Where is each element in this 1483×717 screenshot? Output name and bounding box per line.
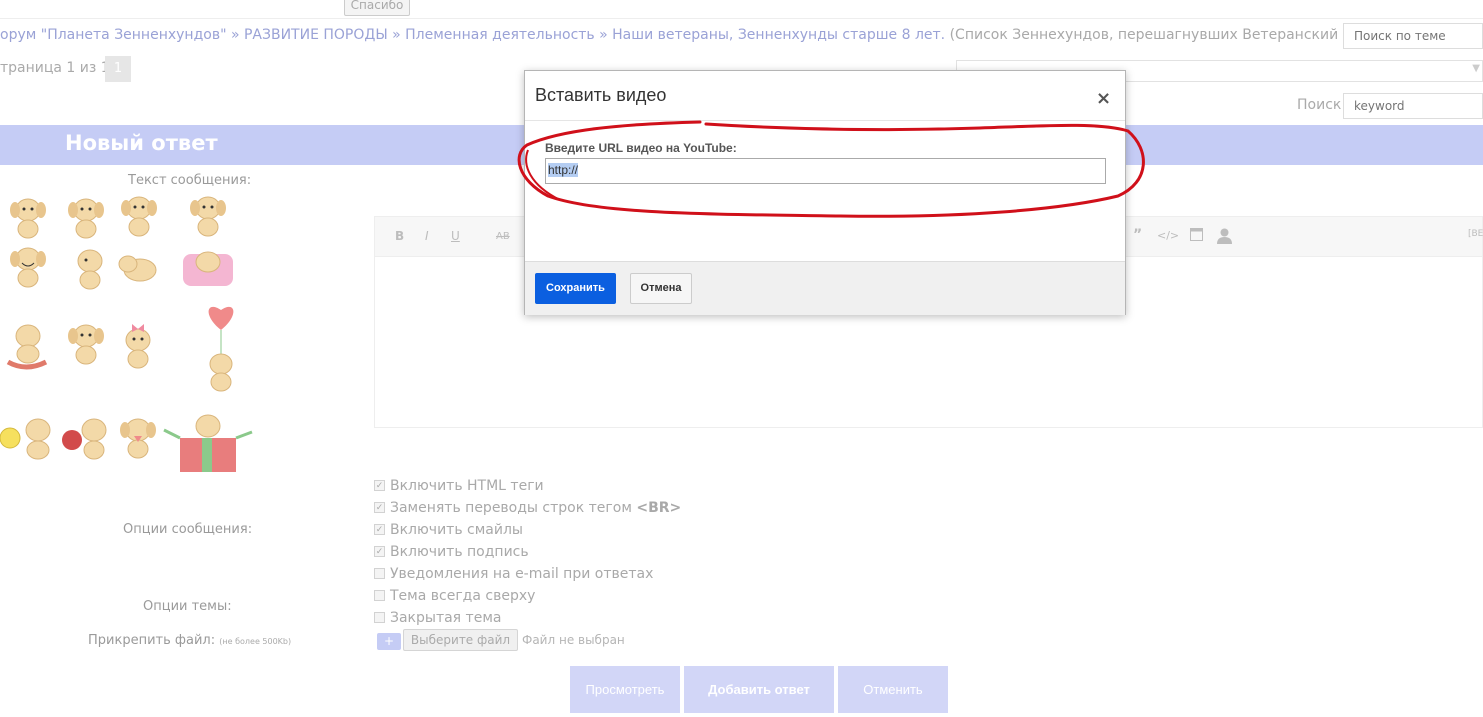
search-input[interactable] xyxy=(1343,93,1483,119)
breadcrumb-subsection-link[interactable]: Племенная деятельность xyxy=(405,27,595,43)
option-br-tags[interactable]: ✓ Заменять переводы строк тегом <BR> xyxy=(374,500,681,516)
toolbar-right-label[interactable]: [BE xyxy=(1468,229,1483,239)
puppy-with-heart-balloon-smiley-icon[interactable] xyxy=(198,298,244,398)
option-closed-topic[interactable]: Закрытая тема xyxy=(374,610,501,626)
puppy-smiley-icon[interactable] xyxy=(116,246,160,288)
code-button[interactable]: </> xyxy=(1157,229,1179,242)
checkbox-checked[interactable]: ✓ xyxy=(374,501,385,513)
smiley-and-puppy-kiss-icon[interactable] xyxy=(0,412,58,462)
puppy-smiley-icon[interactable] xyxy=(68,245,112,291)
option-label-tag: <BR> xyxy=(636,500,682,516)
video-url-value: http:// xyxy=(548,163,579,177)
puppy-smiley-icon[interactable] xyxy=(6,194,50,240)
topic-search-input[interactable] xyxy=(1343,23,1483,49)
puppy-with-bow-smiley-icon[interactable] xyxy=(116,320,160,372)
choose-file-button[interactable]: Выберите файл xyxy=(403,629,518,651)
puppy-smiley-icon[interactable] xyxy=(116,414,160,460)
puppy-with-rose-smiley-icon[interactable] xyxy=(60,414,112,462)
video-url-input[interactable]: http:// xyxy=(545,158,1106,184)
underline-button[interactable]: U xyxy=(451,229,460,243)
insert-video-dialog: Вставить видео × Введите URL видео на Yo… xyxy=(524,70,1126,315)
save-button[interactable]: Сохранить xyxy=(535,273,616,304)
strikethrough-button[interactable]: AB xyxy=(496,231,510,242)
breadcrumb-topic-note: (Список Зеннехундов, перешагнувших Ветер… xyxy=(945,27,1400,43)
attach-size-note: (не более 500Kb) xyxy=(219,637,292,646)
breadcrumb-separator: » xyxy=(594,27,613,43)
dialog-footer: Сохранить Отмена xyxy=(525,261,1125,315)
option-smileys[interactable]: ✓ Включить смайлы xyxy=(374,522,523,538)
dialog-header: Вставить видео × xyxy=(525,71,1125,121)
puppy-in-gift-box-smiley-icon[interactable] xyxy=(162,412,256,474)
window-icon[interactable] xyxy=(1190,228,1203,244)
reply-title: Новый ответ xyxy=(65,131,218,155)
checkbox-checked[interactable]: ✓ xyxy=(374,479,385,491)
attach-label-text: Прикрепить файл: xyxy=(88,633,216,648)
option-label: Уведомления на e-mail при ответах xyxy=(390,566,654,582)
add-attachment-button[interactable]: + xyxy=(377,633,401,650)
italic-button[interactable]: I xyxy=(425,229,429,243)
chevron-down-icon: ▼ xyxy=(1472,63,1480,74)
option-email-notify[interactable]: Уведомления на e-mail при ответах xyxy=(374,566,653,582)
close-icon[interactable]: × xyxy=(1096,90,1111,108)
breadcrumb-forum-link[interactable]: орум "Планета Зенненхундов" xyxy=(0,27,227,43)
option-label: Включить подпись xyxy=(390,544,529,560)
puppy-smiley-icon[interactable] xyxy=(117,192,161,238)
video-url-label: Введите URL видео на YouTube: xyxy=(545,141,737,155)
checkbox-unchecked[interactable] xyxy=(374,611,385,623)
option-label: Включить смайлы xyxy=(390,522,523,538)
pager-text: траница 1 из 1 xyxy=(0,60,110,76)
breadcrumb-topic-link[interactable]: Наши ветераны, Зенненхунды старше 8 лет. xyxy=(612,27,945,43)
puppy-smiley-icon[interactable] xyxy=(186,192,230,238)
checkbox-unchecked[interactable] xyxy=(374,567,385,579)
breadcrumb-section-link[interactable]: РАЗВИТИЕ ПОРОДЫ xyxy=(244,27,388,43)
bold-button[interactable]: B xyxy=(395,229,404,243)
attach-file-label: Прикрепить файл: (не более 500Kb) xyxy=(88,633,291,648)
thanks-button[interactable]: Спасибо xyxy=(344,0,410,16)
message-text-label: Текст сообщения: xyxy=(128,173,252,188)
breadcrumb-separator: » xyxy=(387,27,406,43)
submit-reply-button[interactable]: Добавить ответ xyxy=(684,666,834,713)
puppy-smiley-icon[interactable] xyxy=(64,320,108,366)
puppy-with-sausage-smiley-icon[interactable] xyxy=(4,318,50,370)
dialog-title: Вставить видео xyxy=(535,85,667,105)
puppy-in-bed-smiley-icon[interactable] xyxy=(181,244,235,288)
option-label: Закрытая тема xyxy=(390,610,502,626)
file-status: Файл не выбран xyxy=(522,633,625,647)
preview-button[interactable]: Просмотреть xyxy=(570,666,680,713)
option-sticky-topic[interactable]: Тема всегда сверху xyxy=(374,588,535,604)
checkbox-unchecked[interactable] xyxy=(374,589,385,601)
pager-current-page[interactable]: 1 xyxy=(105,56,131,82)
option-label: Заменять переводы строк тегом xyxy=(390,500,637,516)
message-options-label: Опции сообщения: xyxy=(123,522,253,537)
search-label: Поиск: xyxy=(1297,97,1347,113)
checkbox-checked[interactable]: ✓ xyxy=(374,545,385,557)
topic-options-label: Опции темы: xyxy=(143,599,232,614)
user-icon[interactable] xyxy=(1217,228,1232,247)
cancel-button[interactable]: Отмена xyxy=(630,273,692,304)
option-label: Включить HTML теги xyxy=(390,478,544,494)
divider xyxy=(0,18,1483,19)
breadcrumb-separator: » xyxy=(226,27,244,43)
breadcrumb: орум "Планета Зенненхундов" » РАЗВИТИЕ П… xyxy=(0,27,1400,43)
checkbox-checked[interactable]: ✓ xyxy=(374,523,385,535)
cancel-reply-button[interactable]: Отменить xyxy=(838,666,948,713)
puppy-smiley-icon[interactable] xyxy=(64,194,108,240)
puppy-smiley-icon[interactable] xyxy=(6,243,50,289)
option-signature[interactable]: ✓ Включить подпись xyxy=(374,544,529,560)
option-label: Тема всегда сверху xyxy=(390,588,536,604)
quote-button[interactable]: ” xyxy=(1133,227,1142,243)
option-html-tags[interactable]: ✓ Включить HTML теги xyxy=(374,478,544,494)
